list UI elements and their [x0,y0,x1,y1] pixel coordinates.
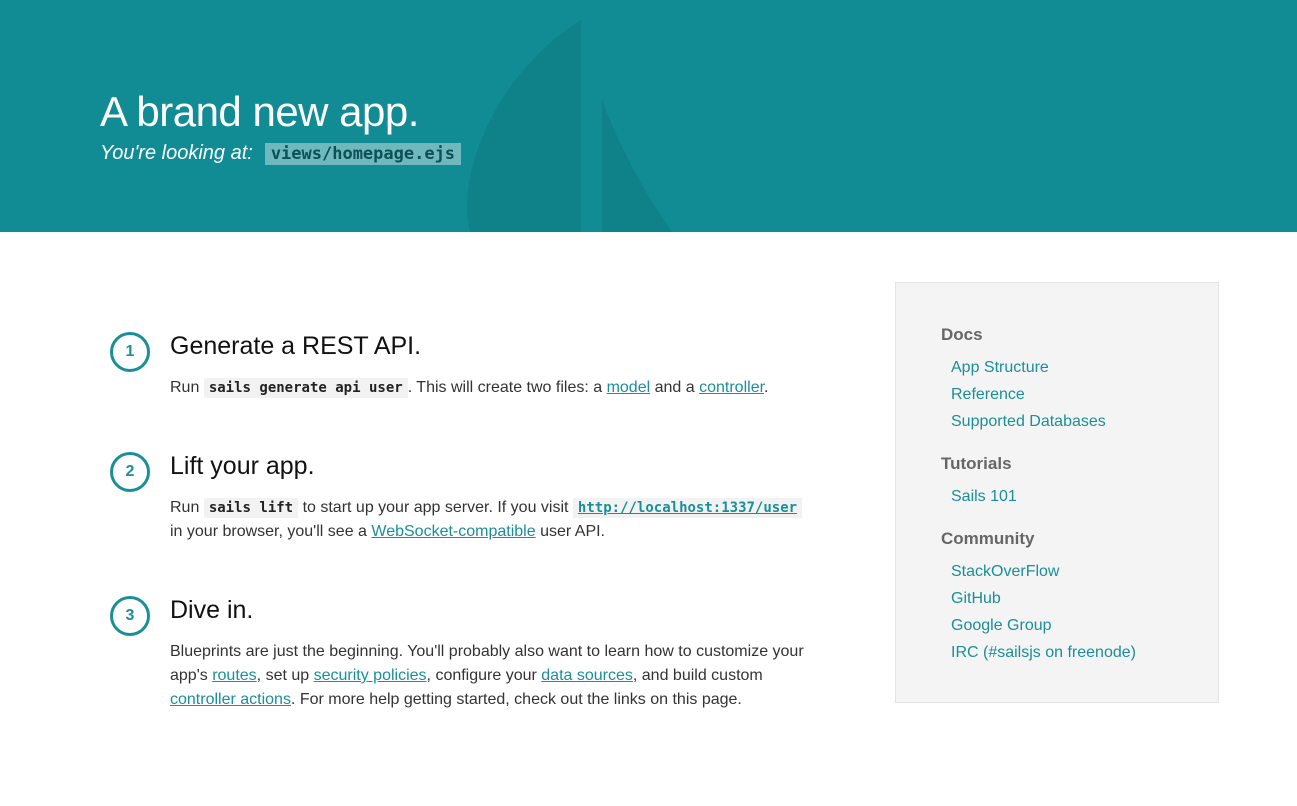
model-link[interactable]: model [607,379,651,396]
text: . [764,379,769,396]
page-subtitle: You're looking at: views/homepage.ejs [100,142,462,165]
step-number-badge: 2 [110,452,150,492]
reference-link[interactable]: Reference [951,386,1025,403]
command-code: sails generate api user [203,378,408,398]
text: . This will create two files: a [407,379,603,396]
command-code: sails lift [203,498,299,518]
supported-databases-link[interactable]: Supported Databases [951,413,1106,430]
websocket-link[interactable]: WebSocket-compatible [371,523,535,540]
step-title: Generate a REST API. [170,332,422,360]
sails-101-link[interactable]: Sails 101 [951,488,1017,505]
resources-sidebar: Docs App Structure Reference Supported D… [895,282,1219,703]
step-number-badge: 1 [110,332,150,372]
list-item: App Structure [951,354,1106,381]
tutorials-list: Sails 101 [951,483,1017,510]
list-item: Supported Databases [951,408,1106,435]
app-structure-link[interactable]: App Structure [951,359,1049,376]
github-link[interactable]: GitHub [951,590,1001,607]
docs-list: App Structure Reference Supported Databa… [951,354,1106,435]
step-description: Run sails lift to start up your app serv… [170,496,830,544]
text: user API. [540,523,605,540]
text: . For more help getting started, check o… [290,691,742,708]
view-path-code: views/homepage.ejs [264,142,462,165]
step-description: Run sails generate api user. This will c… [170,376,830,400]
text: , set up [256,667,310,684]
google-group-link[interactable]: Google Group [951,617,1052,634]
localhost-url-link[interactable]: http://localhost:1337/user [578,500,797,516]
community-heading: Community [941,529,1035,548]
page-title: A brand new app. [100,88,419,135]
list-item: Sails 101 [951,483,1017,510]
text: and a [654,379,695,396]
list-item: IRC (#sailsjs on freenode) [951,639,1136,666]
subtitle-label: You're looking at: [100,142,253,164]
controller-link[interactable]: controller [699,379,764,396]
localhost-url-code: http://localhost:1337/user [572,498,803,518]
controller-actions-link[interactable]: controller actions [170,691,291,708]
irc-link[interactable]: IRC (#sailsjs on freenode) [951,644,1136,661]
list-item: Reference [951,381,1106,408]
docs-heading: Docs [941,325,983,344]
text: , configure your [426,667,537,684]
text: in your browser, you'll see a [170,523,367,540]
community-list: StackOverFlow GitHub Google Group IRC (#… [951,558,1136,666]
list-item: StackOverFlow [951,558,1136,585]
text: Run [170,379,200,396]
security-policies-link[interactable]: security policies [314,667,427,684]
step-description: Blueprints are just the beginning. You'l… [170,640,830,712]
list-item: GitHub [951,585,1136,612]
step-title: Dive in. [170,596,254,624]
routes-link[interactable]: routes [212,667,256,684]
step-title: Lift your app. [170,452,315,480]
data-sources-link[interactable]: data sources [541,667,633,684]
hero-header: A brand new app. You're looking at: view… [0,0,1297,232]
step-number-badge: 3 [110,596,150,636]
tutorials-heading: Tutorials [941,454,1012,473]
stackoverflow-link[interactable]: StackOverFlow [951,563,1059,580]
text: Run [170,499,200,516]
text: , and build custom [632,667,763,684]
list-item: Google Group [951,612,1136,639]
text: to start up your app server. If you visi… [302,499,569,516]
